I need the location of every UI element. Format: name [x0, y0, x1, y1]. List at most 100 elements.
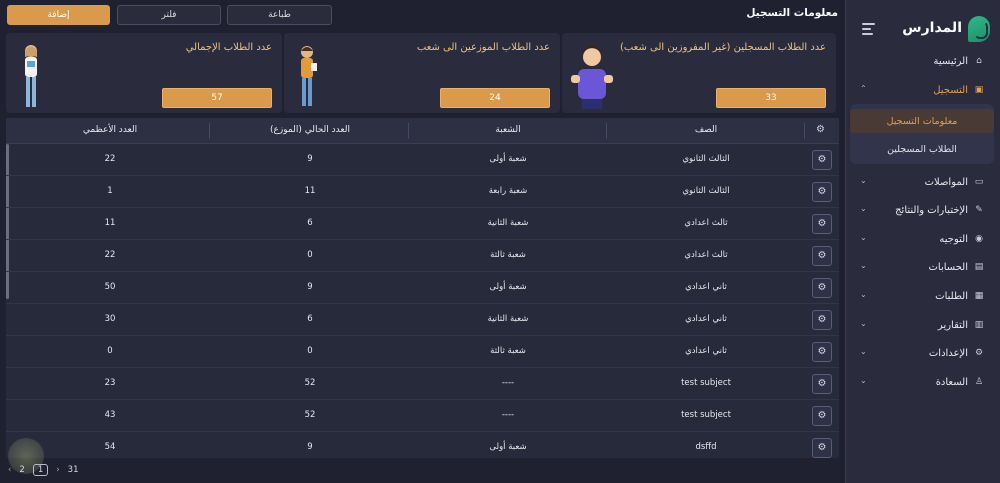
sidebar-item-label: التقارير — [937, 319, 968, 331]
sidebar-item-guidance[interactable]: ⌄ التوجيه ◉ — [846, 228, 1000, 250]
row-settings-button[interactable]: ⚙ — [812, 406, 832, 426]
guidance-icon: ◉ — [975, 234, 983, 244]
table-row[interactable]: ⚙ ثاني اعدادي شعبة الثانية 6 30 — [6, 304, 839, 336]
gear-icon: ⚙ — [817, 282, 827, 293]
table-row[interactable]: ⚙ الثالث الثانوي شعبة رابعة 11 1 — [6, 176, 839, 208]
gear-icon: ⚙ — [817, 378, 827, 389]
gear-icon: ⚙ — [817, 410, 827, 421]
gear-icon: ⚙ — [817, 250, 827, 261]
submenu-registration-info[interactable]: معلومات التسجيل — [850, 109, 994, 133]
sidebar-item-label: السعادة — [935, 376, 968, 388]
submenu-registered-students[interactable]: الطلاب المسجلين — [850, 137, 994, 161]
exam-icon: ✎ — [975, 205, 983, 215]
sidebar-item-accounts[interactable]: ⌄ الحسابات ▤ — [846, 256, 1000, 278]
chevron-down-icon: ⌄ — [860, 376, 867, 385]
sidebar-item-label: الإعدادات — [928, 347, 968, 359]
row-settings-button[interactable]: ⚙ — [812, 182, 832, 202]
requests-icon: ▦ — [974, 291, 984, 301]
cell-current-count: 52 — [304, 378, 316, 388]
cell-section: ---- — [501, 410, 515, 420]
filter-button[interactable]: فلتر — [117, 5, 221, 25]
sidebar-item-label: الحسابات — [928, 261, 969, 273]
row-settings-button[interactable]: ⚙ — [812, 278, 832, 298]
card-title: عدد الطلاب الإجمالي — [185, 42, 272, 53]
gear-icon: ⚙ — [817, 154, 827, 165]
cell-grade: test subject — [681, 378, 731, 388]
table-header: ⚙ الصف الشعبة العدد الحالي (الموزع) العد… — [6, 118, 839, 144]
sidebar-item-label: المواصلات — [924, 176, 968, 188]
column-settings-gear-icon[interactable]: ⚙ — [816, 124, 825, 135]
chevron-up-icon: ⌃ — [860, 84, 867, 93]
sidebar-item-requests[interactable]: ⌄ الطلبات ▦ — [846, 285, 1000, 307]
cell-current-count: 9 — [307, 442, 313, 452]
sidebar-item-home[interactable]: الرئيسية ⌂ — [846, 50, 1000, 72]
accounts-icon: ▤ — [974, 262, 984, 272]
table-row[interactable]: ⚙ ثاني اعدادي شعبة أولى 9 50 — [6, 272, 839, 304]
cell-section: شعبة ثالثة — [490, 250, 526, 260]
cell-max-count: 1 — [107, 186, 113, 196]
gear-icon: ⚙ — [817, 314, 827, 325]
print-button[interactable]: طباعة — [227, 5, 332, 25]
prev-page-icon[interactable]: ‹ — [8, 465, 11, 475]
page-title: معلومات التسجيل — [746, 7, 838, 19]
table-row[interactable]: ⚙ ثاني اعدادي شعبة ثالثة 0 0 — [6, 336, 839, 368]
sidebar-item-happiness[interactable]: ⌄ السعادة ♙ — [846, 371, 1000, 393]
sidebar-item-reports[interactable]: ⌄ التقارير ▥ — [846, 314, 1000, 336]
bus-icon: ▭ — [974, 177, 984, 187]
cell-grade: ثاني اعدادي — [685, 282, 727, 292]
page-link[interactable]: 2 — [19, 465, 24, 475]
cell-section: شعبة الثانية — [487, 314, 529, 324]
cell-current-count: 6 — [307, 218, 313, 228]
cell-section: شعبة الثانية — [487, 218, 529, 228]
row-settings-button[interactable]: ⚙ — [812, 342, 832, 362]
pagination: ‹ 2 1 › 31 — [8, 462, 86, 478]
chevron-down-icon: ⌄ — [860, 290, 867, 299]
sidebar-item-transport[interactable]: ⌄ المواصلات ▭ — [846, 171, 1000, 193]
cell-grade: ثاني اعدادي — [685, 346, 727, 356]
cell-section: شعبة أولى — [489, 282, 527, 292]
column-header-max[interactable]: العدد الأعظمي — [10, 125, 210, 135]
table-row[interactable]: ⚙ ثالث اعدادي شعبة ثالثة 0 22 — [6, 240, 839, 272]
row-settings-button[interactable]: ⚙ — [812, 438, 832, 458]
sidebar: المدارس الرئيسية ⌂ ⌃ التسجيل ▣ معلومات ا… — [845, 0, 1000, 483]
row-settings-button[interactable]: ⚙ — [812, 374, 832, 394]
sidebar-item-label: الطلبات — [935, 290, 968, 302]
menu-toggle-icon[interactable] — [862, 23, 875, 35]
table-row[interactable]: ⚙ test subject ---- 52 43 — [6, 400, 839, 432]
settings-icon: ⚙ — [974, 348, 984, 358]
card-value: 24 — [440, 88, 550, 108]
column-header-section[interactable]: الشعبة — [408, 125, 608, 135]
add-button[interactable]: إضافة — [7, 5, 110, 25]
registration-table: ⚙ الصف الشعبة العدد الحالي (الموزع) العد… — [6, 118, 839, 458]
column-header-grade[interactable]: الصف — [606, 125, 806, 135]
card-title: عدد الطلاب المسجلين (غير المفروزين الى ش… — [619, 42, 826, 53]
cell-current-count: 9 — [307, 154, 313, 164]
gear-icon: ⚙ — [817, 186, 827, 197]
page-link-current[interactable]: 1 — [32, 464, 49, 476]
sidebar-item-exams[interactable]: ⌄ الإختبارات والنتائج ✎ — [846, 199, 1000, 221]
table-row[interactable]: ⚙ الثالث الثانوي شعبة أولى 9 22 — [6, 144, 839, 176]
sidebar-item-label: التسجيل — [933, 84, 968, 96]
row-settings-button[interactable]: ⚙ — [812, 150, 832, 170]
cell-max-count: 30 — [104, 314, 116, 324]
next-page-icon[interactable]: › — [56, 465, 59, 475]
user-icon: ♙ — [974, 377, 984, 387]
app-name: المدارس — [902, 20, 962, 36]
row-settings-button[interactable]: ⚙ — [812, 310, 832, 330]
chevron-down-icon: ⌄ — [860, 261, 867, 270]
gear-icon: ⚙ — [817, 442, 827, 453]
page-link-last[interactable]: 31 — [68, 465, 79, 475]
app-logo-icon — [968, 16, 990, 42]
column-header-current[interactable]: العدد الحالي (الموزع) — [210, 125, 410, 135]
table-row[interactable]: ⚙ ثالث اعدادي شعبة الثانية 6 11 — [6, 208, 839, 240]
sidebar-item-settings[interactable]: ⌄ الإعدادات ⚙ — [846, 342, 1000, 364]
chevron-down-icon: ⌄ — [860, 176, 867, 185]
row-settings-button[interactable]: ⚙ — [812, 214, 832, 234]
table-row[interactable]: ⚙ dsffd شعبة أولى 9 54 — [6, 432, 839, 458]
row-settings-button[interactable]: ⚙ — [812, 246, 832, 266]
sidebar-item-registration[interactable]: ⌃ التسجيل ▣ — [846, 79, 1000, 101]
cell-section: ---- — [501, 378, 515, 388]
table-row[interactable]: ⚙ test subject ---- 52 23 — [6, 368, 839, 400]
cell-section: شعبة أولى — [489, 442, 527, 452]
cell-grade: test subject — [681, 410, 731, 420]
